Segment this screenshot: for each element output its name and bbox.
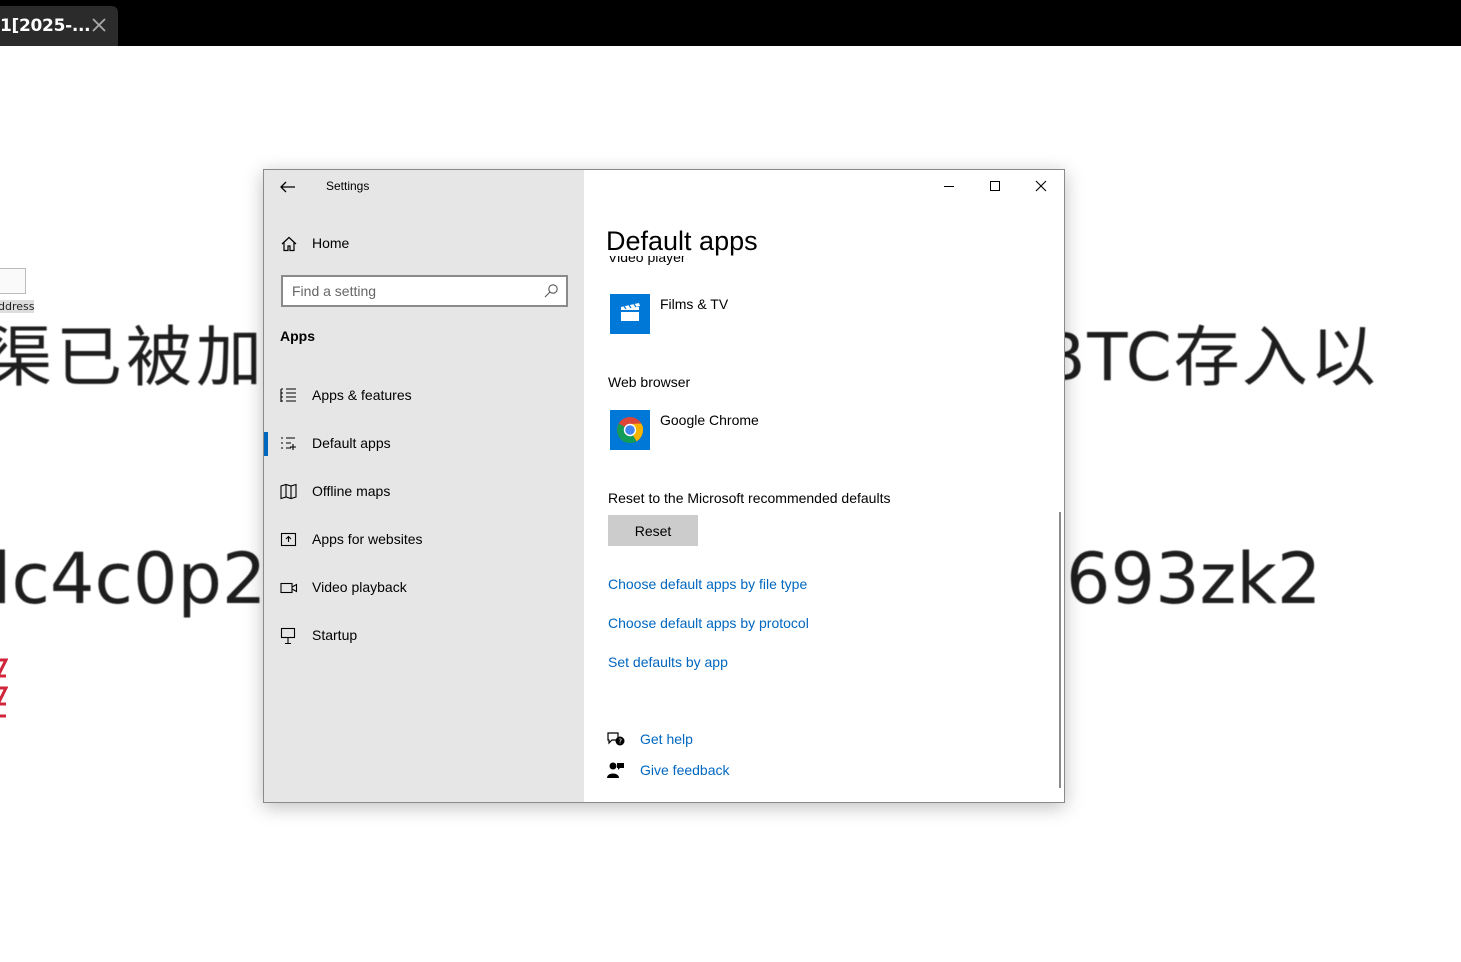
video-playback-icon bbox=[280, 582, 298, 594]
get-help-icon: ? bbox=[607, 732, 625, 746]
sidebar-item-label: Offline maps bbox=[312, 483, 391, 499]
apps-features-icon bbox=[280, 388, 296, 402]
link-default-apps-by-file-type[interactable]: Choose default apps by file type bbox=[608, 576, 807, 592]
web-browser-app-name: Google Chrome bbox=[660, 412, 759, 428]
page-title: Default apps bbox=[606, 226, 758, 256]
sidebar-item-label: Video playback bbox=[312, 579, 407, 595]
desktop-file-icon[interactable] bbox=[0, 268, 26, 294]
video-player-label: Video player bbox=[608, 256, 908, 270]
link-set-defaults-by-app[interactable]: Set defaults by app bbox=[608, 654, 728, 670]
settings-sidebar: Settings Home Find a setting Apps Apps &… bbox=[264, 170, 584, 802]
get-help-label: Get help bbox=[640, 731, 693, 747]
settings-content: Default apps Video player Films & TV Web… bbox=[584, 170, 1064, 802]
video-player-label-text: Video player bbox=[608, 256, 686, 265]
default-apps-icon bbox=[281, 437, 296, 450]
video-player-app-name: Films & TV bbox=[660, 296, 729, 312]
sidebar-item-default-apps[interactable]: Default apps bbox=[264, 426, 584, 462]
sidebar-item-apps-features[interactable]: Apps & features bbox=[264, 378, 584, 414]
section-title-apps: Apps bbox=[280, 328, 315, 344]
browser-tab[interactable]: 1[2025-... bbox=[0, 6, 118, 46]
window-title: Settings bbox=[326, 179, 370, 193]
link-default-apps-by-protocol[interactable]: Choose default apps by protocol bbox=[608, 615, 809, 631]
back-arrow-icon[interactable] bbox=[276, 176, 300, 198]
background-red-glyph bbox=[0, 658, 8, 718]
get-help-link[interactable]: ? Get help bbox=[606, 729, 806, 751]
apps-websites-icon bbox=[280, 532, 297, 547]
sidebar-item-offline-maps[interactable]: Offline maps bbox=[264, 474, 584, 510]
reset-button[interactable]: Reset bbox=[608, 515, 698, 546]
sidebar-item-startup[interactable]: Startup bbox=[264, 618, 584, 654]
background-text-line1-right: BTC存入以 bbox=[1040, 319, 1378, 396]
search-placeholder: Find a setting bbox=[292, 283, 377, 299]
browser-tab-title: 1[2025-... bbox=[0, 16, 91, 36]
chrome-icon bbox=[610, 410, 650, 450]
give-feedback-link[interactable]: Give feedback bbox=[606, 760, 806, 782]
give-feedback-icon bbox=[607, 762, 624, 778]
settings-window: Settings Home Find a setting Apps Apps &… bbox=[263, 169, 1065, 803]
films-tv-icon bbox=[610, 294, 650, 334]
map-icon bbox=[280, 483, 297, 500]
background-text-line2-right: 693zk2 bbox=[1066, 538, 1322, 620]
minimize-icon[interactable] bbox=[926, 170, 972, 202]
sidebar-item-apps-for-websites[interactable]: Apps for websites bbox=[264, 522, 584, 558]
content-scrollbar[interactable] bbox=[1059, 512, 1061, 788]
maximize-icon[interactable] bbox=[972, 170, 1018, 202]
sidebar-item-label: Startup bbox=[312, 627, 358, 643]
search-icon[interactable] bbox=[543, 283, 559, 299]
reset-description: Reset to the Microsoft recommended defau… bbox=[608, 490, 891, 506]
web-browser-app[interactable]: Google Chrome bbox=[608, 410, 1008, 452]
sidebar-item-label: Apps & features bbox=[312, 387, 412, 403]
sidebar-item-label: Apps for websites bbox=[312, 531, 423, 547]
home-icon bbox=[281, 236, 297, 252]
sidebar-item-label: Home bbox=[312, 235, 350, 251]
search-input[interactable]: Find a setting bbox=[281, 275, 568, 307]
close-icon[interactable] bbox=[1018, 170, 1064, 202]
close-tab-icon[interactable] bbox=[90, 16, 108, 34]
give-feedback-label: Give feedback bbox=[640, 762, 730, 778]
sidebar-item-home[interactable]: Home bbox=[280, 232, 560, 256]
startup-icon bbox=[280, 627, 296, 645]
sidebar-item-label: Default apps bbox=[312, 435, 391, 451]
video-player-app[interactable]: Films & TV bbox=[608, 294, 1008, 336]
background-text-line2-left: lc4c0p2f bbox=[0, 538, 292, 620]
web-browser-label: Web browser bbox=[608, 374, 691, 390]
browser-tab-bar: 1[2025-... bbox=[0, 0, 1461, 46]
sidebar-item-video-playback[interactable]: Video playback bbox=[264, 570, 584, 606]
svg-text:?: ? bbox=[618, 738, 622, 746]
